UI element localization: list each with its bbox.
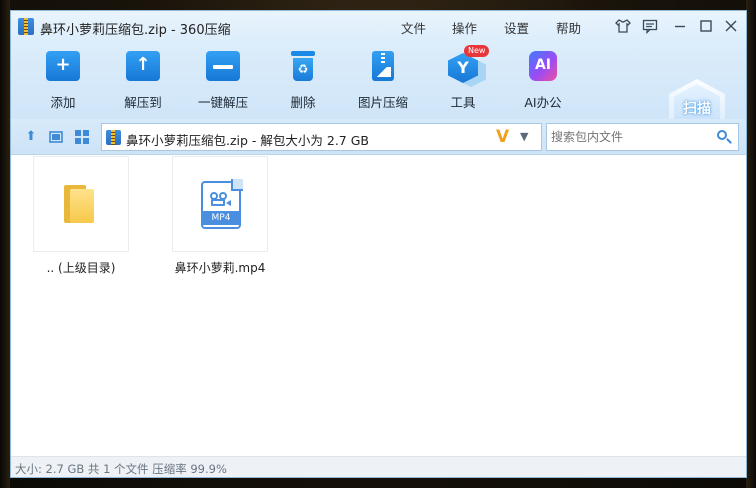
extract-to-label: 解压到 bbox=[124, 95, 162, 110]
video-thumbnail: MP4 bbox=[172, 156, 268, 252]
file-list: .. (上级目录) MP4 鼻环小萝莉.mp4 bbox=[11, 156, 746, 458]
search-icon[interactable] bbox=[716, 129, 732, 145]
add-icon: + bbox=[46, 51, 80, 81]
title-bar: 鼻环小萝莉压缩包.zip - 360压缩 文件 操作 设置 帮助 bbox=[11, 11, 746, 43]
extract-to-icon: ↑ bbox=[126, 51, 160, 81]
menu-operation[interactable]: 操作 bbox=[452, 18, 477, 37]
up-arrow-icon[interactable]: ⬆ bbox=[23, 129, 39, 145]
file-name: 鼻环小萝莉.mp4 bbox=[174, 261, 266, 275]
delete-label: 删除 bbox=[290, 95, 316, 110]
one-click-extract-icon bbox=[206, 51, 240, 81]
feedback-icon[interactable] bbox=[641, 18, 659, 36]
ai-icon: AI bbox=[529, 51, 557, 81]
mp4-tag: MP4 bbox=[203, 211, 239, 225]
menu-settings[interactable]: 设置 bbox=[504, 18, 529, 37]
file-name: .. (上级目录) bbox=[46, 261, 116, 275]
toolbar: + 添加 ↑ 解压到 一键解压 ♻ 删除 图片压缩 Y New 工具 AI AI… bbox=[11, 43, 746, 139]
desktop-background-left bbox=[0, 0, 10, 488]
address-bar: ⬆ 鼻环小萝莉压缩包.zip - 解包大小为 2.7 GB V ▼ bbox=[11, 119, 746, 155]
list-view-icon[interactable] bbox=[48, 129, 64, 145]
image-compress-label: 图片压缩 bbox=[357, 95, 408, 110]
add-button[interactable]: + 添加 bbox=[25, 51, 101, 111]
chevron-down-icon[interactable]: ▼ bbox=[520, 130, 528, 143]
menu-file[interactable]: 文件 bbox=[401, 18, 426, 37]
image-compress-icon bbox=[372, 51, 394, 81]
ai-office-label: AI办公 bbox=[524, 95, 562, 110]
add-label: 添加 bbox=[50, 95, 76, 110]
new-badge: New bbox=[464, 45, 490, 57]
zip-file-icon bbox=[106, 130, 121, 145]
search-input[interactable] bbox=[547, 124, 712, 150]
path-text: 鼻环小萝莉压缩包.zip - 解包大小为 2.7 GB bbox=[126, 133, 369, 148]
list-item-parent-folder[interactable]: .. (上级目录) bbox=[33, 156, 129, 276]
menu-help[interactable]: 帮助 bbox=[556, 18, 581, 37]
tools-icon: Y New bbox=[448, 45, 490, 87]
delete-button[interactable]: ♻ 删除 bbox=[265, 51, 341, 111]
path-field[interactable]: 鼻环小萝莉压缩包.zip - 解包大小为 2.7 GB V ▼ bbox=[101, 123, 542, 151]
close-icon[interactable] bbox=[722, 18, 740, 36]
extract-to-button[interactable]: ↑ 解压到 bbox=[105, 51, 181, 111]
ai-office-button[interactable]: AI AI办公 bbox=[505, 51, 581, 111]
tools-label: 工具 bbox=[450, 95, 476, 110]
status-text: 大小: 2.7 GB 共 1 个文件 压缩率 99.9% bbox=[15, 462, 227, 476]
recycle-bin-icon: ♻ bbox=[291, 51, 315, 81]
tools-button[interactable]: Y New 工具 bbox=[425, 45, 501, 111]
minimize-icon[interactable] bbox=[671, 18, 689, 36]
search-field[interactable] bbox=[546, 123, 739, 151]
status-bar: 大小: 2.7 GB 共 1 个文件 压缩率 99.9% bbox=[11, 456, 746, 477]
list-item-video-file[interactable]: MP4 鼻环小萝莉.mp4 bbox=[172, 156, 268, 276]
folder-icon bbox=[64, 185, 94, 223]
one-click-extract-button[interactable]: 一键解压 bbox=[185, 51, 261, 111]
image-compress-button[interactable]: 图片压缩 bbox=[345, 51, 421, 111]
folder-thumbnail bbox=[33, 156, 129, 252]
video-file-icon: MP4 bbox=[201, 179, 243, 229]
desktop-background-right bbox=[746, 0, 756, 488]
window-title: 鼻环小萝莉压缩包.zip - 360压缩 bbox=[40, 23, 231, 38]
v-logo-icon[interactable]: V bbox=[496, 127, 509, 147]
app-window: 鼻环小萝莉压缩包.zip - 360压缩 文件 操作 设置 帮助 + 添加 ↑ … bbox=[10, 10, 747, 478]
skin-icon[interactable] bbox=[614, 18, 632, 36]
zip-app-icon bbox=[18, 18, 34, 35]
maximize-icon[interactable] bbox=[697, 18, 715, 36]
one-click-extract-label: 一键解压 bbox=[197, 95, 248, 110]
grid-view-icon[interactable] bbox=[74, 129, 90, 145]
